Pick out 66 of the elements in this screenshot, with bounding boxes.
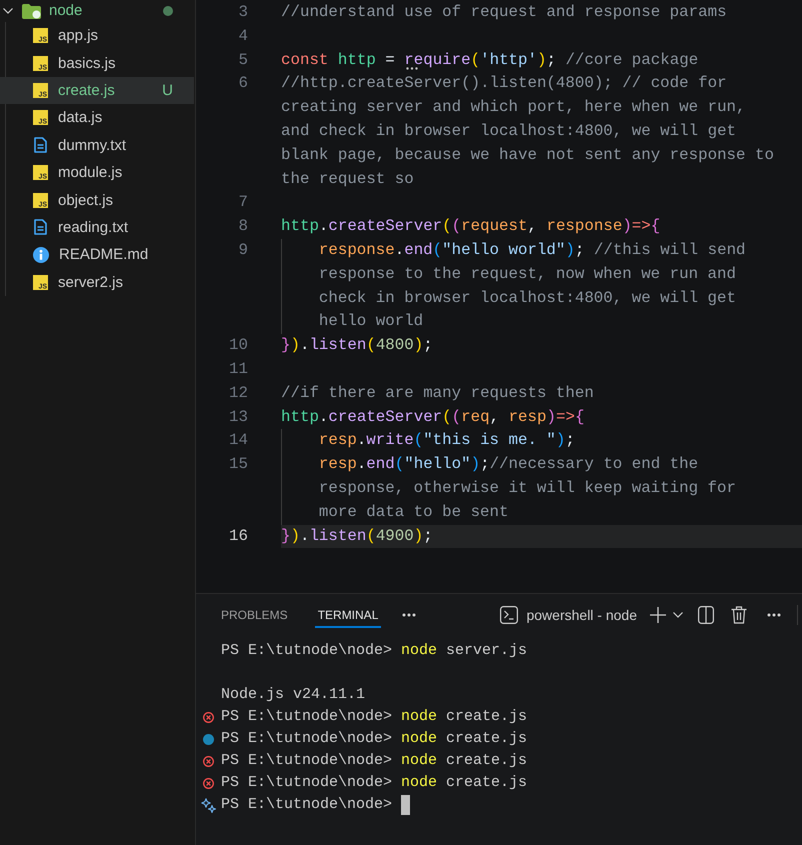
line-number: 4 [238,26,248,47]
folder-icon [22,4,41,18]
code-line: http.createServer((req, resp)=>{ [281,406,584,428]
code-line: response to the request, now when we run and [281,262,736,287]
terminal-line: PS E:\tutnode\node> node server.js [221,641,528,661]
panel-tab[interactable]: TERMINAL [314,594,382,628]
code-line: resp.write("this is me. "); [281,429,575,454]
terminal-line: PS E:\tutnode\node> node create.js [221,729,528,749]
plus-icon[interactable] [650,607,666,623]
code-line: more data to be sent [281,500,508,525]
line-number: 12 [229,382,248,404]
line-number: 6 [238,73,248,94]
line-number: 16 [229,526,248,547]
more-icon[interactable] [402,613,416,617]
error-status-icon[interactable] [203,756,214,766]
document-icon [34,219,47,236]
terminal-line: PS E:\tutnode\node> node create.js [221,707,528,727]
code-line: }).listen(4800); [281,335,433,356]
terminal-prompt: PS E:\tutnode\node> [221,795,392,815]
more-icon[interactable] [767,613,781,617]
code-line: response.end("hello world"); //this will send [281,238,746,263]
terminal-output: Node.js v24.11.1 [221,685,366,705]
line-number: 13 [229,406,248,428]
code-line: hello world [281,310,424,334]
status-dot-icon[interactable] [203,734,214,744]
file-tree-item[interactable]: README.md [0,241,194,269]
code-line: //if there are many requests then [281,382,594,404]
code-line: response, otherwise it will keep waiting for [281,476,736,501]
file-tree-item[interactable]: reading.txt [0,214,194,242]
line-number: 10 [229,335,248,356]
chevron-down-icon[interactable] [3,8,13,14]
terminal-icon [500,606,518,624]
code-line: check in browser localhost:4800, we will get [281,286,736,310]
panel-tab[interactable]: PROBLEMS [218,594,291,628]
line-number: 15 [229,454,248,476]
line-number: 11 [229,358,248,380]
info-icon [33,246,49,263]
terminal-line: PS E:\tutnode\node> node create.js [221,751,528,771]
code-line: blank page, because we have not sent any response to [281,144,774,166]
line-number: 5 [238,50,248,71]
code-line: resp.end("hello");//necessary to end the [281,453,698,477]
document-icon [34,137,47,154]
file-tree-item[interactable]: dummy.txt [0,132,194,159]
code-line: const http = require('http'); //core package [281,50,698,72]
terminal-instance-tab[interactable]: powershell - node [500,606,637,624]
code-line: //understand use of request and response params [281,2,727,23]
line-number: 7 [238,192,248,214]
line-number: 9 [238,240,248,261]
hint-dots-icon[interactable] [406,66,418,70]
trash-icon[interactable] [731,606,747,624]
error-status-icon[interactable] [203,712,214,722]
sparkle-icon[interactable] [201,798,216,812]
split-icon[interactable] [698,606,714,624]
code-line: and check in browser localhost:4800, we will get [281,120,736,142]
code-line: creating server and which port, here when we run, [281,97,746,118]
line-number: 8 [238,216,248,238]
git-status-letter: U [162,82,173,99]
code-line: http.createServer((request, response)=>{ [281,216,660,238]
code-line: //http.createServer().listen(4800); // code for [281,73,727,94]
folder-name[interactable]: node [49,2,82,20]
line-number: 3 [238,2,248,23]
line-number: 14 [229,430,248,452]
chevron-down-icon[interactable] [673,612,683,618]
code-line: the request so [281,168,414,190]
error-status-icon[interactable] [203,778,214,788]
terminal-line: PS E:\tutnode\node> node create.js [221,773,528,793]
